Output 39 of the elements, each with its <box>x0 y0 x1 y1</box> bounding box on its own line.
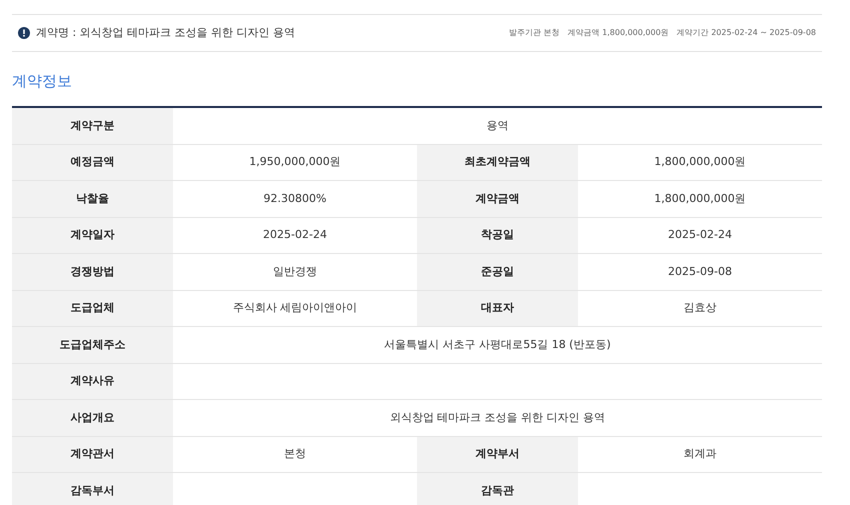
table-cell-text: 주식회사 세림아이앤아이 <box>232 300 358 316</box>
table-cell-text: 1,800,000,000원 <box>654 190 746 206</box>
table-cell-text: 김효상 <box>684 300 716 316</box>
table-cell-text: 서울특별시 서초구 사평대로55길 18 (반포동) <box>384 336 611 352</box>
row-label: 도급업체주소 <box>12 327 173 362</box>
row-label: 예정금액 <box>12 144 173 180</box>
contract-meta: 계약금액 1,800,000,000원 <box>568 27 669 39</box>
row-label: 계약부서 <box>417 436 578 472</box>
table-cell-text: 1,800,000,000원 <box>654 154 746 170</box>
row-label: 감독부서 <box>12 473 173 505</box>
row-label: 경쟁방법 <box>12 254 173 290</box>
table-cell-text: 2025-02-24 <box>668 227 732 243</box>
row-label: 계약관서 <box>12 436 173 472</box>
row-label: 사업개요 <box>12 400 173 436</box>
table-cell-text: 2025-09-08 <box>668 264 732 280</box>
contract-meta: 계약기간 2025-02-24 ~ 2025-09-08 <box>676 27 816 39</box>
table-cell-text: 1,950,000,000원 <box>249 154 341 170</box>
row-label: 계약금액 <box>417 181 578 216</box>
row-label: 준공일 <box>417 254 578 290</box>
table-cell-text: 2025-02-24 <box>263 227 327 243</box>
table-cell-text: 본청 <box>284 446 306 462</box>
table-cell-text: 용역 <box>486 118 508 134</box>
table-cell-text: 외식창업 테마파크 조성을 위한 디자인 용역 <box>390 410 606 426</box>
row-label: 최초계약금액 <box>417 144 578 180</box>
table-cell-text: 일반경쟁 <box>273 264 317 280</box>
table-cell-text: 회계과 <box>684 446 716 462</box>
row-label: 대표자 <box>417 290 578 326</box>
section-title: 계약정보 <box>12 71 73 92</box>
contract-name: 계약명 : 외식창업 테마파크 조성을 위한 디자인 용역 <box>36 24 296 41</box>
row-label: 도급업체 <box>12 290 173 326</box>
table-cell-text: 92.30800% <box>264 190 326 206</box>
contract-meta: 발주기관 본청 <box>509 27 560 39</box>
row-label: 낙찰율 <box>12 181 173 216</box>
row-label: 계약구분 <box>12 108 173 144</box>
row-label: 착공일 <box>417 218 578 253</box>
row-label: 계약일자 <box>12 218 173 253</box>
info-icon <box>18 27 30 39</box>
row-label: 계약사유 <box>12 364 173 399</box>
row-label: 감독관 <box>417 473 578 505</box>
